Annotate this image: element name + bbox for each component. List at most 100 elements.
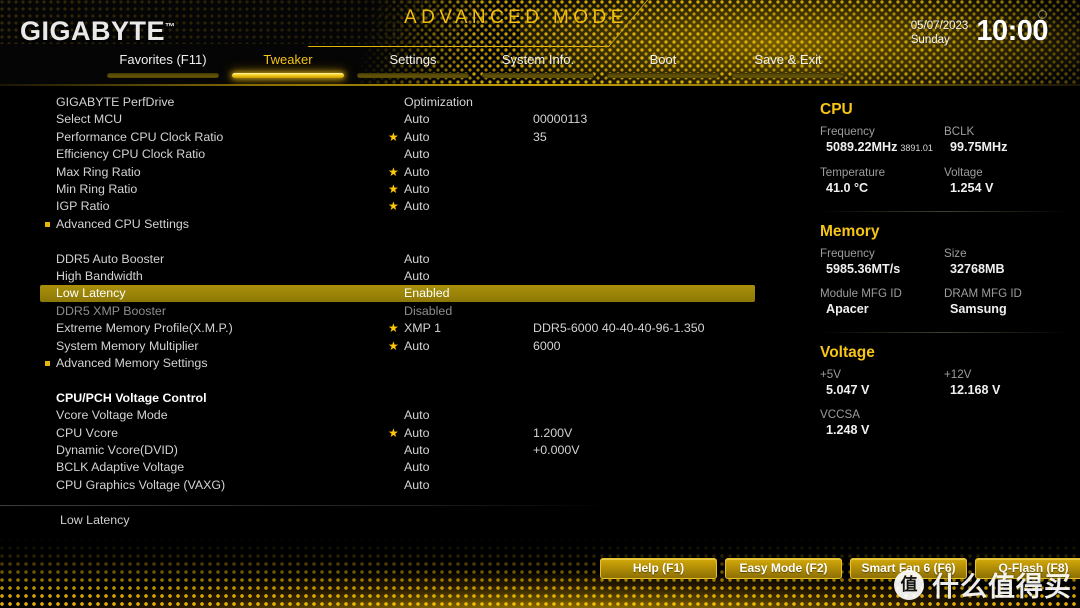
- bios-screen: GIGABYTE™ ADVANCED MODE 05/07/2023 Sunda…: [0, 0, 1080, 608]
- submenu-arrow-icon: [45, 361, 50, 366]
- favorite-star-icon[interactable]: ★: [388, 166, 399, 178]
- setting-value[interactable]: Optimization: [404, 94, 473, 111]
- setting-value[interactable]: Auto: [404, 251, 430, 268]
- favorite-star-icon[interactable]: ★: [388, 322, 399, 334]
- tab-tweaker[interactable]: Tweaker: [229, 52, 347, 78]
- footer-button-easy-mode-f2[interactable]: Easy Mode (F2): [725, 558, 842, 579]
- favorite-star-icon[interactable]: ★: [388, 340, 399, 352]
- setting-label: Select MCU: [56, 112, 123, 126]
- monitor-reading-value: Apacer: [820, 301, 944, 317]
- tab-underline: [357, 73, 469, 78]
- monitor-reading-value-main: 5985.36MT/s: [826, 262, 901, 276]
- setting-value[interactable]: Auto: [404, 407, 430, 424]
- settings-row[interactable]: Dynamic Vcore(DVID) Auto +0.000V: [0, 442, 800, 459]
- tab-underline: [482, 73, 594, 78]
- tab-save-exit[interactable]: Save & Exit: [729, 52, 847, 78]
- setting-value[interactable]: Auto: [404, 181, 430, 198]
- setting-label: Low Latency: [56, 286, 126, 300]
- monitor-reading-value: 1.248 V: [820, 422, 944, 438]
- monitor-panel-grid: Frequency 5089.22MHz 3891.01 BCLK 99.75MHz Te…: [820, 124, 1068, 205]
- settings-row[interactable]: GIGABYTE PerfDrive Optimization: [0, 94, 800, 111]
- favorite-star-icon[interactable]: ★: [388, 131, 399, 143]
- monitor-reading-value-main: Samsung: [950, 302, 1007, 316]
- setting-value[interactable]: Auto: [404, 198, 430, 215]
- setting-value[interactable]: Auto: [404, 459, 430, 476]
- settings-row[interactable]: ★ System Memory Multiplier Auto 6000: [0, 338, 800, 355]
- monitor-panel-title: CPU: [820, 101, 853, 118]
- settings-row[interactable]: ★ Performance CPU Clock Ratio Auto 35: [0, 129, 800, 146]
- tab-settings[interactable]: Settings: [354, 52, 472, 78]
- settings-row[interactable]: ★ Min Ring Ratio Auto: [0, 181, 800, 198]
- monitor-reading: +12V 12.168 V: [944, 367, 1068, 398]
- setting-label: CPU Vcore: [56, 426, 118, 440]
- setting-label: Advanced Memory Settings: [56, 356, 208, 370]
- setting-value[interactable]: Auto: [404, 146, 430, 163]
- favorite-star-icon[interactable]: ★: [388, 183, 399, 195]
- monitor-reading: +5V 5.047 V: [820, 367, 944, 398]
- settings-submenu-row[interactable]: Advanced CPU Settings: [0, 216, 800, 233]
- settings-row[interactable]: Efficiency CPU Clock Ratio Auto: [0, 146, 800, 163]
- monitor-panel-title: Memory: [820, 223, 880, 240]
- monitor-reading: Frequency 5089.22MHz 3891.01: [820, 124, 944, 156]
- setting-value[interactable]: Auto: [404, 425, 430, 442]
- settings-row[interactable]: High Bandwidth Auto: [0, 268, 800, 285]
- tab-label: Favorites (F11): [119, 52, 207, 67]
- footer-button-help-f1[interactable]: Help (F1): [600, 558, 717, 579]
- monitor-reading: VCCSA 1.248 V: [820, 407, 944, 438]
- setting-detail-value: 35: [533, 130, 547, 144]
- monitor-reading-label: +5V: [820, 368, 841, 381]
- monitor-reading: Voltage 1.254 V: [944, 165, 1068, 196]
- monitor-reading-value-main: 99.75MHz: [950, 140, 1008, 154]
- setting-detail-value: 00000113: [533, 112, 588, 126]
- tab-boot[interactable]: Boot: [604, 52, 722, 78]
- settings-row[interactable]: DDR5 XMP Booster Disabled: [0, 303, 800, 320]
- setting-value[interactable]: Auto: [404, 477, 430, 494]
- setting-value[interactable]: Disabled: [404, 303, 452, 320]
- setting-value[interactable]: Auto: [404, 111, 430, 128]
- setting-value[interactable]: XMP 1: [404, 320, 441, 337]
- setting-value[interactable]: Auto: [404, 129, 430, 146]
- description-text: Low Latency: [60, 513, 130, 527]
- settings-row[interactable]: Low Latency Enabled: [40, 285, 755, 302]
- tab-underline: [607, 73, 719, 78]
- monitor-reading-value: 32768MB: [944, 261, 1068, 277]
- tab-favorites-f11[interactable]: Favorites (F11): [104, 52, 222, 78]
- settings-row[interactable]: CPU Graphics Voltage (VAXG) Auto: [0, 477, 800, 494]
- settings-row[interactable]: ★ CPU Vcore Auto 1.200V: [0, 425, 800, 442]
- setting-value[interactable]: Auto: [404, 268, 430, 285]
- monitor-reading: BCLK 99.75MHz: [944, 124, 1068, 156]
- tab-underline: [107, 73, 219, 78]
- monitor-reading-value: 5089.22MHz 3891.01: [820, 139, 944, 156]
- monitor-panel-title: Voltage: [820, 344, 875, 361]
- setting-value[interactable]: Enabled: [404, 285, 449, 302]
- settings-row[interactable]: Vcore Voltage Mode Auto: [0, 407, 800, 424]
- monitor-reading-value-main: 41.0 °C: [826, 181, 869, 195]
- settings-row[interactable]: ★ Max Ring Ratio Auto: [0, 164, 800, 181]
- setting-label: Vcore Voltage Mode: [56, 408, 168, 422]
- settings-section-heading: CPU/PCH Voltage Control: [0, 390, 800, 407]
- tab-label: Tweaker: [263, 52, 313, 67]
- setting-value[interactable]: Auto: [404, 338, 430, 355]
- settings-row[interactable]: ★ IGP Ratio Auto: [0, 198, 800, 215]
- favorite-star-icon[interactable]: ★: [388, 427, 399, 439]
- favorite-star-icon[interactable]: ★: [388, 200, 399, 212]
- monitor-reading: Temperature 41.0 °C: [820, 165, 944, 196]
- settings-row[interactable]: ★ Extreme Memory Profile(X.M.P.) XMP 1 DDR5…: [0, 320, 800, 337]
- monitor-panel-memory: Memory Frequency 5985.36MT/s Size 32768MB Mod…: [820, 222, 1068, 326]
- settings-row[interactable]: BCLK Adaptive Voltage Auto: [0, 459, 800, 476]
- monitor-reading-label: Temperature: [820, 166, 886, 179]
- setting-value[interactable]: Auto: [404, 164, 430, 181]
- tab-label: Save & Exit: [754, 52, 822, 67]
- time-text: 10:00: [976, 15, 1048, 47]
- monitor-reading: DRAM MFG ID Samsung: [944, 286, 1068, 317]
- trademark-symbol: ™: [165, 22, 176, 33]
- description-divider: [0, 505, 620, 506]
- settings-row[interactable]: DDR5 Auto Booster Auto: [0, 251, 800, 268]
- settings-row[interactable]: Select MCU Auto 00000113: [0, 111, 800, 128]
- settings-list: GIGABYTE PerfDrive Optimization Select MCU…: [0, 88, 800, 498]
- settings-submenu-row[interactable]: Advanced Memory Settings: [0, 355, 800, 372]
- setting-value[interactable]: Auto: [404, 442, 430, 459]
- tab-system-info[interactable]: System Info.: [479, 52, 597, 78]
- monitor-reading-value: 12.168 V: [944, 382, 1068, 398]
- monitor-panel-grid: +5V 5.047 V +12V 12.168 V VCCSA 1.248 V: [820, 367, 1068, 447]
